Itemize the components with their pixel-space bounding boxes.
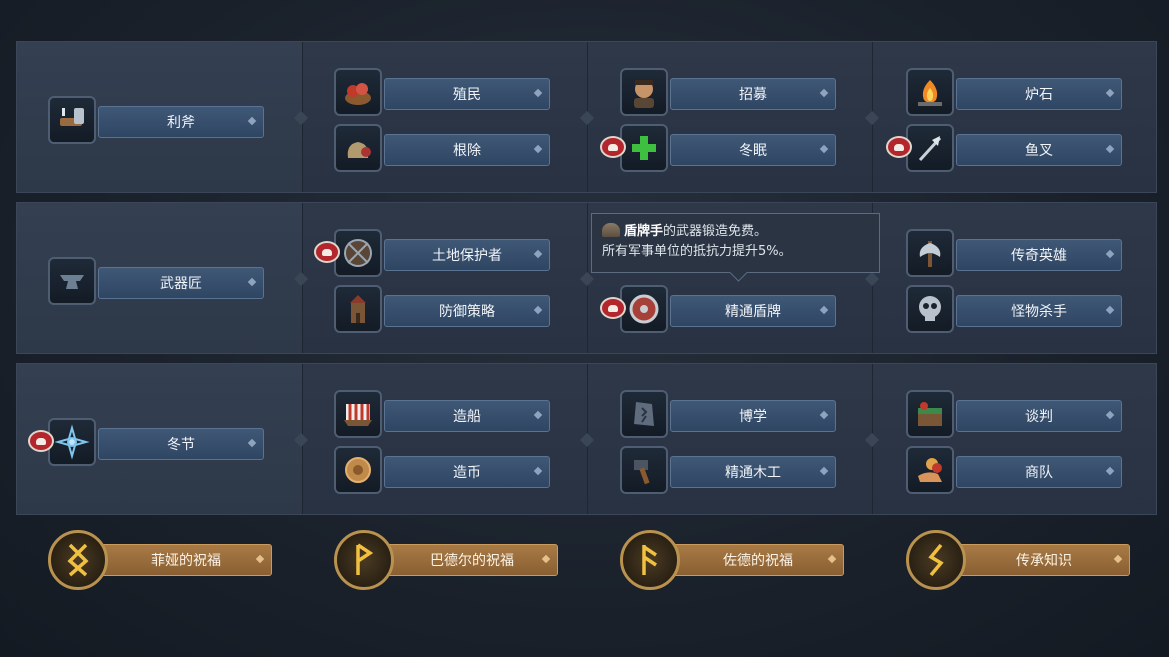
battle-axe-icon	[906, 229, 954, 277]
blessing-label: 佐德的祝福	[723, 553, 793, 569]
connector-diamond	[579, 432, 595, 448]
tech-label: 造币	[453, 465, 481, 481]
blessing-label-bar: 佐德的祝福	[672, 544, 844, 576]
green-cross-icon	[620, 124, 668, 172]
tech-tooltip: 盾牌手的武器锻造免费。 所有军事单位的抵抗力提升5%。	[591, 213, 880, 282]
tech-label-bar: 怪物杀手	[956, 295, 1122, 327]
connector-diamond	[579, 271, 595, 287]
tech-label-bar: 土地保护者	[384, 239, 550, 271]
tech-label-bar: 谈判	[956, 400, 1122, 432]
tech-label: 怪物杀手	[1011, 304, 1067, 320]
tech-label: 招募	[739, 87, 767, 103]
tech-label-bar: 鱼叉	[956, 134, 1122, 166]
connector-diamond	[579, 110, 595, 126]
food-basket-icon	[334, 68, 382, 116]
locked-badge-icon	[314, 241, 340, 263]
tech-label-bar: 博学	[670, 400, 836, 432]
longship-icon	[334, 390, 382, 438]
tech-label-bar: 造币	[384, 456, 550, 488]
tech-label-bar: 武器匠	[98, 267, 264, 299]
rune-sowilo-icon	[906, 530, 966, 590]
connector-diamond	[864, 432, 880, 448]
trade-chest-icon	[906, 390, 954, 438]
tech-label: 商队	[1025, 465, 1053, 481]
warrior-portrait-icon	[620, 68, 668, 116]
blessing-label: 菲娅的祝福	[151, 553, 221, 569]
tech-label-bar: 冬节	[98, 428, 264, 460]
tech-label: 精通盾牌	[725, 304, 781, 320]
tech-label: 炉石	[1025, 87, 1053, 103]
blessing-label: 传承知识	[1016, 553, 1072, 569]
shieldman-icon	[602, 223, 620, 237]
rune-wunjo-icon	[334, 530, 394, 590]
tech-label-bar: 精通盾牌	[670, 295, 836, 327]
tech-label: 谈判	[1025, 409, 1053, 425]
tooltip-title: 盾牌手	[624, 224, 664, 239]
tech-label: 殖民	[453, 87, 481, 103]
blessing-label-bar: 巴德尔的祝福	[386, 544, 558, 576]
tech-label: 精通木工	[725, 465, 781, 481]
tech-label: 博学	[739, 409, 767, 425]
tech-label-bar: 殖民	[384, 78, 550, 110]
hearth-fire-icon	[906, 68, 954, 116]
tech-label: 鱼叉	[1025, 143, 1053, 159]
woodwork-hammer-icon	[620, 446, 668, 494]
tech-label-bar: 根除	[384, 134, 550, 166]
rune-ingwaz-icon	[48, 530, 108, 590]
watchtower-icon	[334, 285, 382, 333]
rune-stone-icon	[620, 390, 668, 438]
coin-icon	[334, 446, 382, 494]
tech-label-bar: 冬眠	[670, 134, 836, 166]
harpoon-icon	[906, 124, 954, 172]
sack-icon	[334, 124, 382, 172]
tooltip-line-1: 盾牌手的武器锻造免费。	[602, 222, 869, 242]
round-shield-icon	[334, 229, 382, 277]
blessing-label-bar: 菲娅的祝福	[100, 544, 272, 576]
tech-label-bar: 炉石	[956, 78, 1122, 110]
connector-diamond	[864, 271, 880, 287]
red-shield-icon	[620, 285, 668, 333]
tech-label: 传奇英雄	[1011, 248, 1067, 264]
tech-label-bar: 造船	[384, 400, 550, 432]
tech-label-bar: 精通木工	[670, 456, 836, 488]
tech-label-bar: 利斧	[98, 106, 264, 138]
tech-label: 造船	[453, 409, 481, 425]
blessing-label: 巴德尔的祝福	[430, 553, 514, 569]
anvil-icon	[48, 257, 96, 305]
axe-hammer-icon	[48, 96, 96, 144]
tech-label: 土地保护者	[432, 248, 502, 264]
connector-diamond	[864, 110, 880, 126]
tech-label: 冬节	[167, 437, 195, 453]
tech-label-bar: 招募	[670, 78, 836, 110]
tech-label: 冬眠	[739, 143, 767, 159]
tooltip-line-1-text: 的武器锻造免费。	[663, 224, 768, 239]
blessing-label-bar: 传承知识	[958, 544, 1130, 576]
tooltip-line-2: 所有军事单位的抵抗力提升5%。	[602, 244, 792, 259]
tech-label: 根除	[453, 143, 481, 159]
locked-badge-icon	[600, 136, 626, 158]
locked-badge-icon	[886, 136, 912, 158]
tech-label-bar: 防御策略	[384, 295, 550, 327]
snowflake-rune-icon	[48, 418, 96, 466]
locked-badge-icon	[28, 430, 54, 452]
coins-hand-icon	[906, 446, 954, 494]
tech-label: 利斧	[167, 115, 195, 131]
tech-label: 武器匠	[160, 276, 202, 292]
skull-icon	[906, 285, 954, 333]
tech-label-bar: 商队	[956, 456, 1122, 488]
rune-ansuz-icon	[620, 530, 680, 590]
tech-label-bar: 传奇英雄	[956, 239, 1122, 271]
locked-badge-icon	[600, 297, 626, 319]
tech-label: 防御策略	[439, 304, 495, 320]
